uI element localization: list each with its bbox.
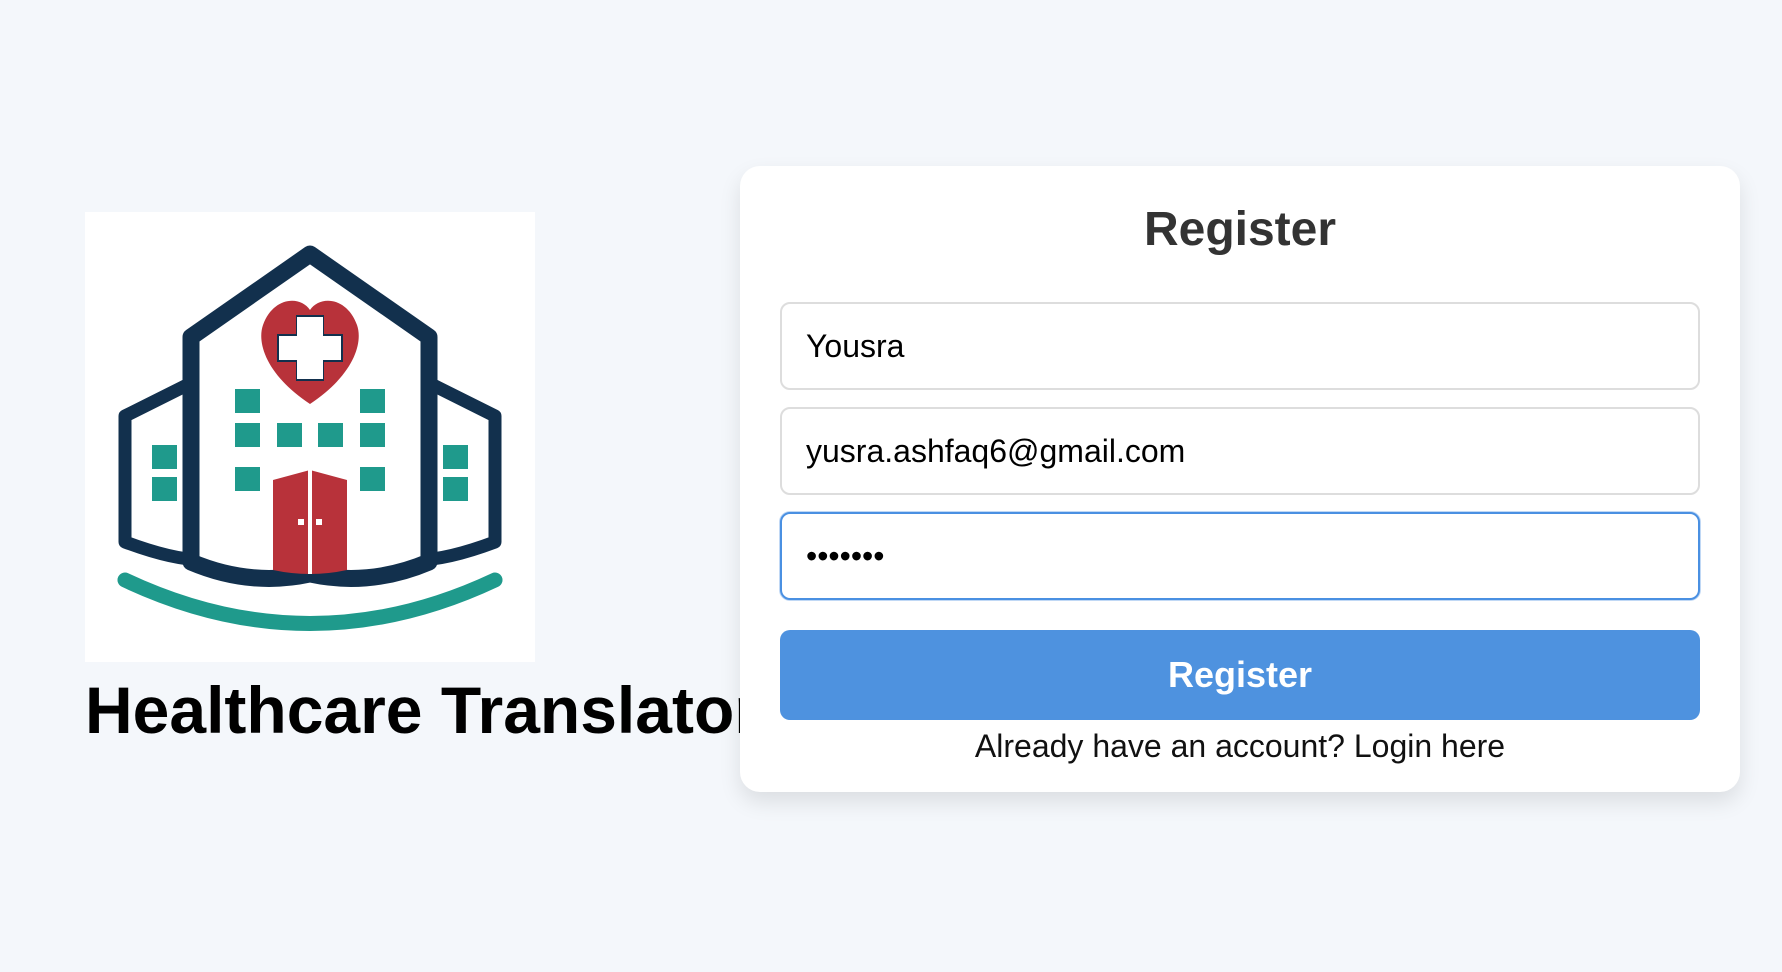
- login-link[interactable]: Login here: [1354, 728, 1505, 764]
- brand-section: Healthcare Translator: [85, 212, 760, 747]
- password-field[interactable]: [780, 512, 1700, 600]
- hospital-logo-icon: [85, 212, 535, 662]
- login-prompt-text: Already have an account?: [974, 728, 1345, 764]
- email-field[interactable]: [780, 407, 1700, 495]
- register-heading: Register: [1143, 203, 1337, 256]
- app-title: Healthcare Translator: [85, 673, 760, 747]
- login-prompt: Already have an account? Login here: [780, 728, 1700, 765]
- register-button[interactable]: Register: [780, 630, 1700, 720]
- register-card: Register Register Already have an accoun…: [740, 166, 1740, 792]
- name-field[interactable]: [780, 302, 1700, 390]
